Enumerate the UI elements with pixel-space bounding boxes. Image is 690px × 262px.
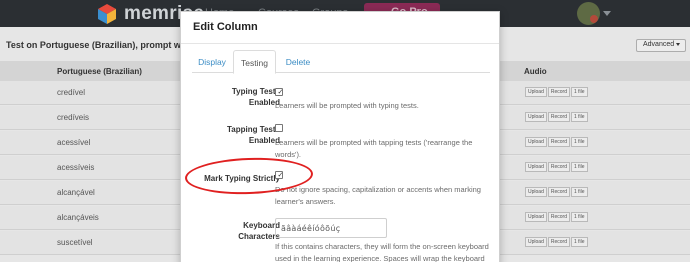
advanced-label: Advanced <box>643 41 675 48</box>
word-cell[interactable]: acessível <box>57 138 90 147</box>
memrise-logo-icon[interactable] <box>96 3 118 25</box>
files-dropdown[interactable]: 1 file <box>570 162 588 172</box>
modal-header: Edit Column <box>181 12 499 44</box>
typing-tests-help: Learners will be prompted with typing te… <box>275 101 419 110</box>
chevron-down-icon[interactable] <box>603 11 611 16</box>
column-header-audio[interactable]: Audio <box>524 67 547 76</box>
checkmark-icon: ✓ <box>277 87 284 96</box>
keyboard-characters-label: Keyboard Characters <box>238 221 280 241</box>
word-cell[interactable]: credível <box>57 88 85 97</box>
advanced-dropdown[interactable]: Advanced <box>636 39 686 52</box>
upload-button[interactable]: Upload <box>525 237 547 247</box>
tab-delete[interactable]: Delete <box>278 50 318 73</box>
word-cell[interactable]: acessíveis <box>57 163 94 172</box>
files-dropdown[interactable]: 1 file <box>570 187 588 197</box>
column-header-language[interactable]: Portuguese (Brazilian) <box>57 67 142 76</box>
tapping-tests-help: Learners will be prompted with tapping t… <box>275 138 473 159</box>
tapping-tests-checkbox[interactable] <box>275 124 283 132</box>
mark-typing-strictly-help: Do not ignore spacing, capitalization or… <box>275 185 481 206</box>
record-button[interactable]: Record <box>547 112 570 122</box>
upload-button[interactable]: Upload <box>525 137 547 147</box>
upload-button[interactable]: Upload <box>525 112 547 122</box>
typing-tests-label: Typing Tests Enabled <box>231 87 280 107</box>
files-dropdown[interactable]: 1 file <box>570 87 588 97</box>
files-dropdown[interactable]: 1 file <box>570 137 588 147</box>
chevron-down-icon <box>676 42 681 46</box>
keyboard-characters-input[interactable]: ãâàáéêíóôõúç <box>275 218 387 238</box>
word-cell[interactable]: suscetível <box>57 238 93 247</box>
tab-display[interactable]: Display <box>192 50 232 73</box>
word-cell[interactable]: alcançável <box>57 188 95 197</box>
typing-tests-checkbox[interactable]: ✓ <box>275 88 283 96</box>
user-avatar[interactable] <box>577 2 600 25</box>
edit-column-modal: Edit Column Display Testing Delete Typin… <box>180 11 500 262</box>
tapping-tests-label: Tapping Tests Enabled <box>226 125 280 145</box>
record-button[interactable]: Record <box>547 87 570 97</box>
record-button[interactable]: Record <box>547 162 570 172</box>
upload-button[interactable]: Upload <box>525 212 547 222</box>
word-cell[interactable]: alcançáveis <box>57 213 99 222</box>
record-button[interactable]: Record <box>547 137 570 147</box>
files-dropdown[interactable]: 1 file <box>570 112 588 122</box>
tab-testing[interactable]: Testing <box>233 50 276 74</box>
record-button[interactable]: Record <box>547 212 570 222</box>
word-cell[interactable]: credíveis <box>57 113 89 122</box>
files-dropdown[interactable]: 1 file <box>570 237 588 247</box>
files-dropdown[interactable]: 1 file <box>570 212 588 222</box>
upload-button[interactable]: Upload <box>525 162 547 172</box>
modal-tabs: Display Testing Delete <box>192 50 490 74</box>
record-button[interactable]: Record <box>547 237 570 247</box>
modal-title: Edit Column <box>193 21 258 33</box>
upload-button[interactable]: Upload <box>525 87 547 97</box>
upload-button[interactable]: Upload <box>525 187 547 197</box>
keyboard-characters-help: If this contains characters, they will f… <box>275 242 489 262</box>
record-button[interactable]: Record <box>547 187 570 197</box>
